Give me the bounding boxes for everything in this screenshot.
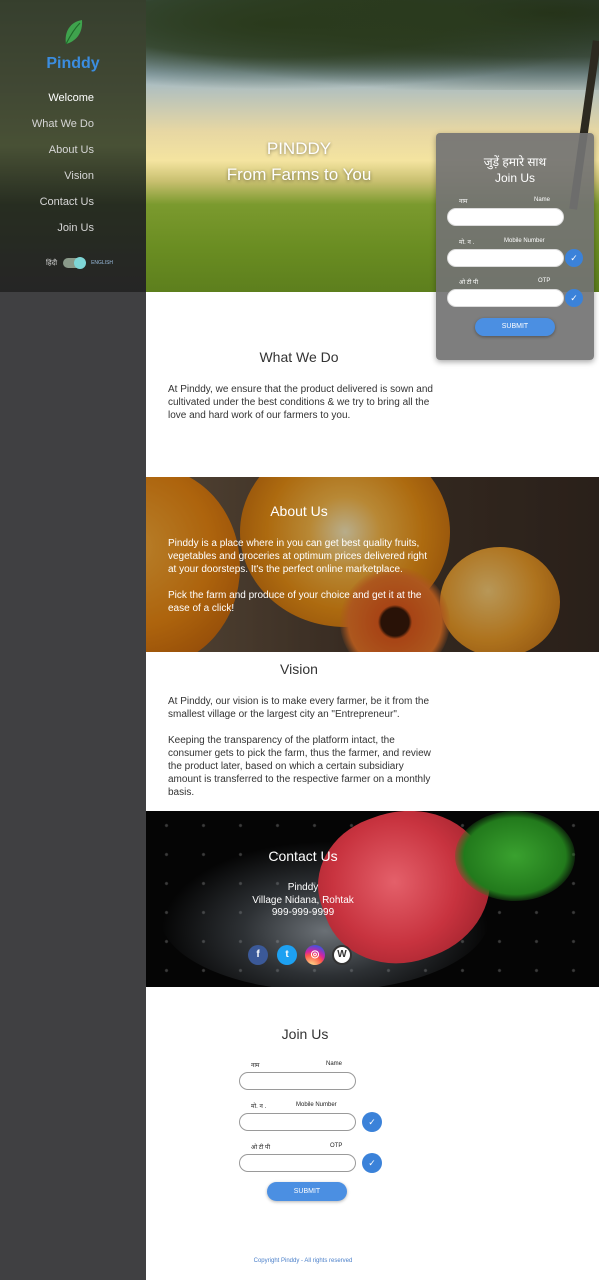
wordpress-icon[interactable]: W	[332, 945, 352, 965]
join-otp-check-icon[interactable]: ✓	[362, 1153, 382, 1173]
contact-name: Pinddy	[287, 882, 319, 893]
join-otp-label-hindi: ओ टी पी	[251, 1145, 271, 1151]
strawberry-leaves	[455, 811, 575, 901]
footer-copyright: Copyright Pinddy - All rights reserved	[253, 1258, 353, 1264]
join-submit-button[interactable]: SUBMIT	[267, 1182, 347, 1201]
sidebar-item-vision[interactable]: Vision	[32, 168, 94, 194]
twitter-icon[interactable]: t	[277, 945, 297, 965]
contact-us-title: Contact Us	[268, 848, 338, 864]
sidebar: Pinddy Welcome What We Do About Us Visio…	[0, 0, 146, 1280]
join-name-input[interactable]	[239, 1072, 356, 1090]
instagram-icon[interactable]: ◎	[305, 945, 325, 965]
logo[interactable]: Pinddy	[0, 18, 146, 73]
join-card-submit-button[interactable]: SUBMIT	[475, 318, 555, 336]
sidebar-item-about-us[interactable]: About Us	[32, 142, 94, 168]
mobile-verify-check-icon[interactable]: ✓	[565, 249, 583, 267]
join-name-label-hindi: नाम	[251, 1063, 260, 1069]
mobile-input[interactable]	[447, 249, 564, 267]
otp-label-hindi: ओ टी पी	[459, 280, 479, 286]
sidebar-item-join-us[interactable]: Join Us	[32, 220, 94, 246]
hero-title: PINDDY	[266, 139, 332, 158]
join-mobile-label-hindi: मो. न .	[251, 1104, 267, 1110]
about-us-title: About Us	[270, 503, 328, 519]
language-hindi-label[interactable]: हिंदी	[46, 259, 57, 268]
vision-text: At Pinddy, our vision is to make every f…	[168, 695, 433, 799]
language-switch: हिंदी ENGLISH	[46, 257, 113, 269]
sidebar-nav: Welcome What We Do About Us Vision Conta…	[32, 90, 94, 246]
name-label: Name	[534, 197, 551, 203]
leaf-icon	[65, 20, 83, 45]
mobile-label: Mobile Number	[504, 238, 545, 244]
language-english-label[interactable]: ENGLISH	[91, 260, 113, 266]
language-toggle[interactable]	[63, 257, 87, 269]
facebook-icon[interactable]: f	[248, 945, 268, 965]
sidebar-item-what-we-do[interactable]: What We Do	[32, 116, 94, 142]
otp-verify-check-icon[interactable]: ✓	[565, 289, 583, 307]
hero-subtitle: From Farms to You	[226, 165, 372, 184]
otp-label: OTP	[538, 278, 551, 284]
join-card-title: Join Us	[494, 171, 535, 185]
toggle-knob	[74, 257, 87, 269]
name-input[interactable]	[447, 208, 564, 226]
about-us-para-1: Pinddy is a place where in you can get b…	[168, 538, 428, 575]
vision-para-1: At Pinddy, our vision is to make every f…	[168, 696, 430, 720]
what-we-do-text: At Pinddy, we ensure that the product de…	[168, 384, 433, 421]
otp-input[interactable]	[447, 289, 564, 307]
vision-para-2: Keeping the transparency of the platform…	[168, 735, 431, 798]
about-us-text: Pinddy is a place where in you can get b…	[168, 537, 438, 615]
join-mobile-label: Mobile Number	[296, 1102, 337, 1108]
join-otp-input[interactable]	[239, 1154, 356, 1172]
contact-phone[interactable]: 999-999-9999	[146, 907, 460, 918]
join-name-label: Name	[326, 1061, 343, 1067]
what-we-do-title: What We Do	[259, 349, 339, 365]
vision-title: Vision	[280, 661, 318, 677]
hero-tree-canopy	[146, 0, 599, 90]
join-otp-label: OTP	[330, 1143, 343, 1149]
join-us-title: Join Us	[281, 1026, 329, 1042]
contact-address: Village Nidana, Rohtak	[252, 895, 354, 906]
join-card: जुड़ें हमारे साथ Join Us नाम Name मो. न …	[436, 133, 594, 360]
sidebar-item-contact-us[interactable]: Contact Us	[32, 194, 94, 220]
name-label-hindi: नाम	[459, 199, 468, 205]
about-us-para-2: Pick the farm and produce of your choice…	[168, 590, 422, 614]
join-card-title-hindi: जुड़ें हमारे साथ	[483, 155, 547, 169]
brand-name: Pinddy	[46, 55, 100, 72]
join-mobile-check-icon[interactable]: ✓	[362, 1112, 382, 1132]
sidebar-item-welcome[interactable]: Welcome	[32, 90, 94, 116]
mobile-label-hindi: मो. न .	[459, 240, 475, 246]
join-mobile-input[interactable]	[239, 1113, 356, 1131]
